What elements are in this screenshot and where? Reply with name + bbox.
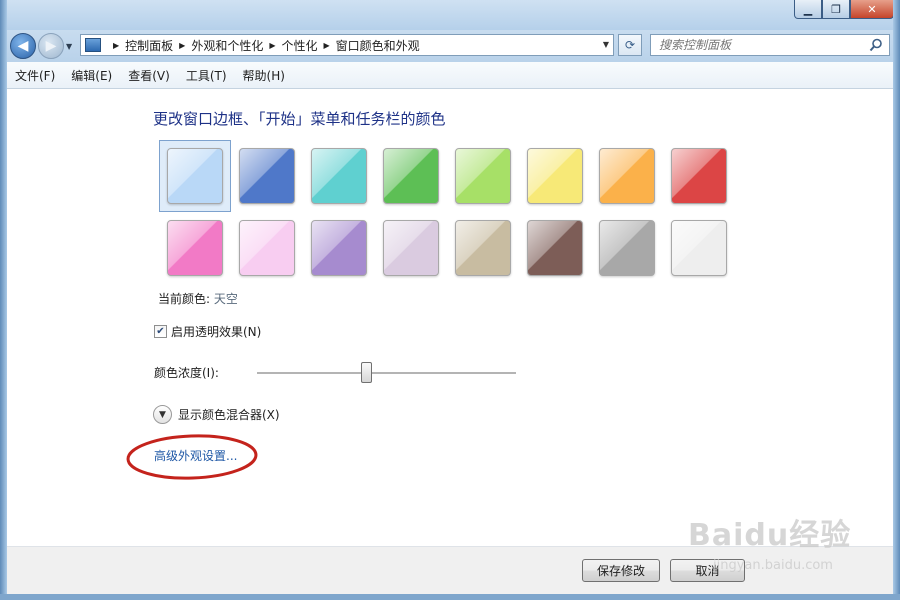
color-swatch-tile[interactable] — [311, 148, 367, 204]
maximize-button[interactable]: ❐ — [822, 0, 850, 19]
search-box[interactable] — [650, 34, 890, 56]
color-swatch-tile[interactable] — [455, 220, 511, 276]
page-title: 更改窗口边框、「开始」菜单和任务栏的颜色 — [153, 110, 446, 128]
window-frame-left — [0, 0, 7, 600]
forward-button[interactable]: ▶ — [38, 33, 64, 59]
color-swatch-tile[interactable] — [527, 148, 583, 204]
breadcrumb-separator-icon[interactable]: ▶ — [179, 41, 185, 50]
window-frame-bottom — [0, 594, 900, 600]
cancel-button[interactable]: 取消 — [670, 559, 745, 582]
color-swatch[interactable] — [303, 140, 375, 212]
breadcrumb-separator-icon[interactable]: ▶ — [269, 41, 275, 50]
color-swatch[interactable] — [663, 212, 735, 284]
color-swatch-tile[interactable] — [383, 148, 439, 204]
color-swatch-tile[interactable] — [167, 220, 223, 276]
color-swatch-tile[interactable] — [239, 220, 295, 276]
color-swatch[interactable] — [591, 140, 663, 212]
color-intensity-label: 颜色浓度(I): — [154, 366, 219, 380]
menu-file[interactable]: 文件(F) — [7, 67, 63, 84]
breadcrumb-personalization[interactable]: 个性化 — [282, 37, 318, 54]
color-swatch[interactable] — [519, 140, 591, 212]
color-swatch[interactable] — [159, 212, 231, 284]
breadcrumb-separator-icon[interactable]: ▶ — [113, 41, 119, 50]
refresh-icon: ⟳ — [624, 38, 636, 52]
color-intensity-slider-thumb[interactable] — [360, 362, 372, 383]
window: ▁ ❐ ✕ ◀ ▶ ▼ ▶ 控制面板 ▶ 外观和个性化 ▶ 个性化 ▶ 窗口颜色… — [0, 0, 900, 600]
color-swatch-tile[interactable] — [671, 148, 727, 204]
current-color: 当前颜色: 天空 — [158, 290, 238, 307]
color-swatch-tile[interactable] — [383, 220, 439, 276]
control-panel-icon — [85, 38, 101, 52]
color-swatch[interactable] — [663, 140, 735, 212]
transparency-checkbox[interactable]: ✔ — [154, 325, 167, 338]
search-input[interactable] — [659, 38, 859, 52]
chevron-down-icon[interactable]: ▼ — [153, 405, 172, 424]
current-color-label: 当前颜色: — [158, 292, 211, 306]
red-annotation-circle — [126, 434, 258, 480]
address-dropdown-icon[interactable]: ▼ — [603, 40, 609, 49]
color-swatch-tile[interactable] — [599, 148, 655, 204]
navigation-bar: ◀ ▶ ▼ ▶ 控制面板 ▶ 外观和个性化 ▶ 个性化 ▶ 窗口颜色和外观 ▼ … — [0, 30, 900, 62]
color-swatch-tile[interactable] — [239, 148, 295, 204]
menu-tools[interactable]: 工具(T) — [178, 67, 235, 84]
title-bar[interactable]: ▁ ❐ ✕ — [0, 0, 900, 30]
color-mixer-toggle[interactable]: ▼ 显示颜色混合器(X) — [153, 405, 280, 424]
breadcrumb-control-panel[interactable]: 控制面板 — [125, 37, 173, 54]
footer — [7, 547, 893, 594]
window-frame-right — [893, 0, 900, 600]
search-icon[interactable] — [869, 38, 883, 52]
breadcrumb-window-color[interactable]: 窗口颜色和外观 — [336, 37, 420, 54]
back-button[interactable]: ◀ — [10, 33, 36, 59]
color-swatch-tile[interactable] — [599, 220, 655, 276]
color-swatch-tile[interactable] — [671, 220, 727, 276]
color-swatch[interactable] — [375, 212, 447, 284]
minimize-button[interactable]: ▁ — [794, 0, 822, 19]
color-swatch-tile[interactable] — [311, 220, 367, 276]
save-button[interactable]: 保存修改 — [582, 559, 660, 582]
transparency-label[interactable]: 启用透明效果(N) — [171, 323, 261, 340]
minimize-icon: ▁ — [803, 2, 813, 16]
color-swatch[interactable] — [231, 140, 303, 212]
color-swatch[interactable] — [159, 140, 231, 212]
color-swatch[interactable] — [231, 212, 303, 284]
color-swatch-tile[interactable] — [527, 220, 583, 276]
close-button[interactable]: ✕ — [850, 0, 894, 19]
recent-pages-dropdown-icon[interactable]: ▼ — [66, 42, 72, 51]
close-icon: ✕ — [867, 2, 877, 16]
menu-view[interactable]: 查看(V) — [120, 67, 178, 84]
color-swatch-tile[interactable] — [455, 148, 511, 204]
breadcrumb-separator-icon[interactable]: ▶ — [324, 41, 330, 50]
maximize-icon: ❐ — [831, 2, 841, 16]
transparency-option[interactable]: ✔ 启用透明效果(N) — [154, 323, 261, 340]
color-swatch[interactable] — [519, 212, 591, 284]
refresh-button[interactable]: ⟳ — [618, 34, 642, 56]
menu-help[interactable]: 帮助(H) — [235, 67, 293, 84]
back-arrow-icon: ◀ — [17, 38, 29, 54]
color-swatch[interactable] — [375, 140, 447, 212]
current-color-value: 天空 — [213, 292, 238, 306]
color-swatch[interactable] — [447, 212, 519, 284]
color-swatch[interactable] — [591, 212, 663, 284]
forward-arrow-icon: ▶ — [45, 38, 57, 54]
color-mixer-label[interactable]: 显示颜色混合器(X) — [178, 406, 280, 423]
menu-edit[interactable]: 编辑(E) — [63, 67, 120, 84]
checkmark-icon: ✔ — [156, 326, 165, 337]
breadcrumb-appearance[interactable]: 外观和个性化 — [191, 37, 263, 54]
menu-bar: 文件(F) 编辑(E) 查看(V) 工具(T) 帮助(H) — [7, 62, 893, 89]
color-swatch[interactable] — [303, 212, 375, 284]
color-swatch[interactable] — [447, 140, 519, 212]
caption-buttons: ▁ ❐ ✕ — [794, 0, 894, 20]
color-swatch-tile[interactable] — [167, 148, 223, 204]
address-bar[interactable]: ▶ 控制面板 ▶ 外观和个性化 ▶ 个性化 ▶ 窗口颜色和外观 ▼ — [80, 34, 614, 56]
color-intensity-slider-track[interactable] — [257, 372, 516, 375]
